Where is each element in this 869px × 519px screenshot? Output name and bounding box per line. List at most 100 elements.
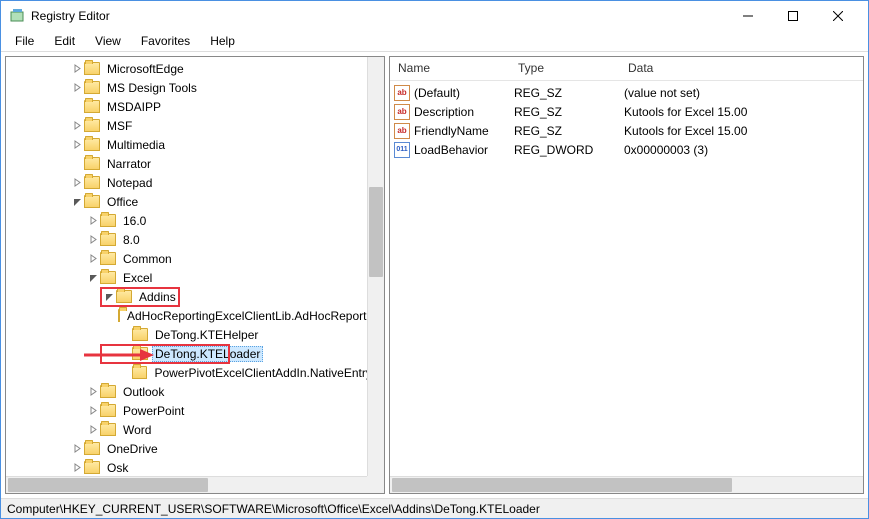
chevron-right-icon[interactable] <box>86 252 100 266</box>
menu-file[interactable]: File <box>7 32 42 50</box>
tree-item[interactable]: 16.0 <box>6 211 384 230</box>
chevron-down-icon[interactable] <box>102 290 116 304</box>
tree-label[interactable]: OneDrive <box>104 441 161 457</box>
tree-label[interactable]: 8.0 <box>120 232 143 248</box>
chevron-right-icon[interactable] <box>70 138 84 152</box>
tree-label[interactable]: PowerPivotExcelClientAddIn.NativeEntry.1 <box>151 365 384 381</box>
tree-label[interactable]: 16.0 <box>120 213 149 229</box>
tree-label[interactable]: MS Design Tools <box>104 80 200 96</box>
tree-item[interactable]: Excel <box>6 268 384 287</box>
tree-item[interactable]: DeTong.KTELoader <box>6 344 384 363</box>
chevron-right-icon[interactable] <box>86 233 100 247</box>
tree-item[interactable]: Common <box>6 249 384 268</box>
list-horizontal-scrollbar[interactable] <box>390 476 863 493</box>
value-list[interactable]: ab(Default)REG_SZ(value not set)abDescri… <box>390 81 863 161</box>
list-row[interactable]: 011LoadBehaviorREG_DWORD0x00000003 (3) <box>390 140 863 159</box>
tree-label[interactable]: MSF <box>104 118 135 134</box>
tree-label[interactable]: Addins <box>136 289 179 305</box>
tree-item[interactable]: Addins <box>6 287 384 306</box>
tree-label[interactable]: DeTong.KTELoader <box>152 346 263 362</box>
tree-item[interactable]: MicrosoftEdge <box>6 59 384 78</box>
list-header: Name Type Data <box>390 57 863 81</box>
tree-item[interactable]: Multimedia <box>6 135 384 154</box>
column-data[interactable]: Data <box>620 57 863 80</box>
tree-item[interactable]: MSDAIPP <box>6 97 384 116</box>
tree-item[interactable]: 8.0 <box>6 230 384 249</box>
tree-label[interactable]: Excel <box>120 270 155 286</box>
tree-label[interactable]: DeTong.KTEHelper <box>152 327 261 343</box>
tree-label[interactable]: Osk <box>104 460 131 476</box>
registry-tree[interactable]: MicrosoftEdge MS Design Tools MSDAIPP MSF Mu… <box>6 57 384 493</box>
menu-edit[interactable]: Edit <box>46 32 83 50</box>
folder-icon <box>132 366 148 379</box>
folder-icon <box>100 214 116 227</box>
chevron-right-icon[interactable] <box>70 62 84 76</box>
chevron-right-icon[interactable] <box>70 176 84 190</box>
value-data: 0x00000003 (3) <box>624 143 863 157</box>
menubar: File Edit View Favorites Help <box>1 31 868 51</box>
tree-item[interactable]: Office <box>6 192 384 211</box>
chevron-down-icon[interactable] <box>70 195 84 209</box>
tree-item[interactable]: PowerPoint <box>6 401 384 420</box>
tree-item[interactable]: Word <box>6 420 384 439</box>
folder-icon <box>84 81 100 94</box>
tree-item[interactable]: MS Design Tools <box>6 78 384 97</box>
menu-help[interactable]: Help <box>202 32 243 50</box>
tree-label[interactable]: MSDAIPP <box>104 99 164 115</box>
tree-item[interactable]: Osk <box>6 458 384 477</box>
tree-label[interactable]: AdHocReportingExcelClientLib.AdHocReport… <box>124 308 384 324</box>
registry-editor-icon <box>9 8 25 24</box>
chevron-right-icon[interactable] <box>70 442 84 456</box>
folder-icon <box>132 328 148 341</box>
tree-item[interactable]: PowerPivotExcelClientAddIn.NativeEntry.1 <box>6 363 384 382</box>
tree-label[interactable]: Word <box>120 422 154 438</box>
minimize-button[interactable] <box>725 1 770 31</box>
tree-item[interactable]: AdHocReportingExcelClientLib.AdHocReport… <box>6 306 384 325</box>
chevron-down-icon[interactable] <box>86 271 100 285</box>
folder-icon <box>132 347 148 360</box>
column-name[interactable]: Name <box>390 57 510 80</box>
tree-label[interactable]: Outlook <box>120 384 167 400</box>
tree-item[interactable]: DeTong.KTEHelper <box>6 325 384 344</box>
chevron-right-icon[interactable] <box>86 404 100 418</box>
menu-view[interactable]: View <box>87 32 129 50</box>
close-button[interactable] <box>815 1 860 31</box>
folder-icon <box>84 100 100 113</box>
folder-icon <box>84 138 100 151</box>
list-row[interactable]: abDescriptionREG_SZKutools for Excel 15.… <box>390 102 863 121</box>
chevron-right-icon[interactable] <box>70 81 84 95</box>
titlebar: Registry Editor <box>1 1 868 31</box>
tree-label[interactable]: Common <box>120 251 175 267</box>
status-path: Computer\HKEY_CURRENT_USER\SOFTWARE\Micr… <box>7 502 540 516</box>
value-name: LoadBehavior <box>414 143 514 157</box>
chevron-right-icon[interactable] <box>86 385 100 399</box>
tree-label[interactable]: Notepad <box>104 175 155 191</box>
tree-vertical-scrollbar[interactable] <box>367 57 384 493</box>
tree-label[interactable]: Multimedia <box>104 137 168 153</box>
chevron-right-icon[interactable] <box>86 423 100 437</box>
scroll-corner <box>367 476 384 493</box>
tree-item[interactable]: Narrator <box>6 154 384 173</box>
string-value-icon: ab <box>394 104 410 120</box>
tree-item[interactable]: Outlook <box>6 382 384 401</box>
list-row[interactable]: abFriendlyNameREG_SZKutools for Excel 15… <box>390 121 863 140</box>
chevron-right-icon[interactable] <box>86 214 100 228</box>
tree-item[interactable]: OneDrive <box>6 439 384 458</box>
menu-favorites[interactable]: Favorites <box>133 32 198 50</box>
column-type[interactable]: Type <box>510 57 620 80</box>
tree-item[interactable]: MSF <box>6 116 384 135</box>
chevron-right-icon[interactable] <box>70 119 84 133</box>
tree-label[interactable]: MicrosoftEdge <box>104 61 187 77</box>
value-data: Kutools for Excel 15.00 <box>624 124 863 138</box>
tree-label[interactable]: Office <box>104 194 141 210</box>
value-type: REG_SZ <box>514 105 624 119</box>
dword-value-icon: 011 <box>394 142 410 158</box>
list-row[interactable]: ab(Default)REG_SZ(value not set) <box>390 83 863 102</box>
tree-label[interactable]: PowerPoint <box>120 403 187 419</box>
folder-icon <box>100 233 116 246</box>
chevron-right-icon[interactable] <box>70 461 84 475</box>
maximize-button[interactable] <box>770 1 815 31</box>
tree-label[interactable]: Narrator <box>104 156 154 172</box>
tree-item[interactable]: Notepad <box>6 173 384 192</box>
tree-horizontal-scrollbar[interactable] <box>6 476 367 493</box>
